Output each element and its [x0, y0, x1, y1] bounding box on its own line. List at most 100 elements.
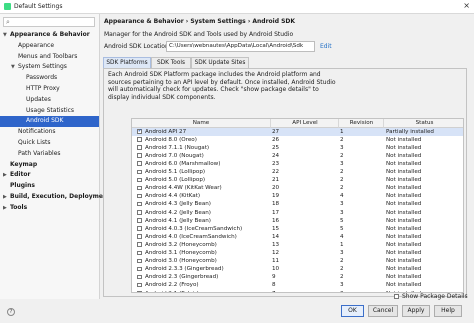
row-checkbox[interactable]: [137, 266, 142, 272]
cell-rev: 3: [340, 201, 344, 208]
cell-name: Android 5.1 (Lollipop): [145, 169, 206, 175]
table-row[interactable]: Android 7.1.1 (Nougat) 25 3 Not installed: [132, 144, 463, 152]
row-checkbox[interactable]: [137, 169, 142, 175]
tab-sdk-tools[interactable]: SDK Tools: [151, 57, 191, 68]
cell-rev: 2: [340, 185, 344, 192]
sidebar-item-quick-lists[interactable]: Quick Lists: [0, 138, 99, 149]
cell-rev: 2: [340, 136, 344, 143]
sidebar-item-appearance-behavior[interactable]: ▼ Appearance & Behavior: [0, 30, 99, 41]
sidebar-item-usage-statistics[interactable]: Usage Statistics: [0, 106, 99, 117]
sidebar-item-plugins[interactable]: Plugins: [0, 181, 99, 192]
table-row[interactable]: Android 2.2 (Froyo) 8 3 Not installed: [132, 281, 463, 289]
sidebar-item-system-settings[interactable]: ▼ System Settings: [0, 62, 99, 73]
row-checkbox[interactable]: [137, 153, 142, 158]
table-row[interactable]: Android 5.0 (Lollipop) 21 2 Not installed: [132, 176, 463, 184]
table-row[interactable]: Android 4.0 (IceCreamSandwich) 14 4 Not ins…: [132, 233, 463, 241]
sidebar-item-editor[interactable]: ▶ Editor: [0, 170, 99, 181]
collapse-arrow-icon[interactable]: ▶: [3, 170, 7, 181]
row-checkbox[interactable]: [137, 258, 142, 264]
breadcrumb: Appearance & Behavior › System Settings …: [104, 18, 296, 25]
table-row[interactable]: Android 4.4W (KitKat Wear) 20 2 Not install…: [132, 184, 463, 192]
cell-api: 23: [272, 160, 280, 167]
sidebar-item-tools[interactable]: ▶ Tools: [0, 203, 99, 214]
sidebar-item-passwords[interactable]: Passwords: [0, 73, 99, 84]
tab-sdk-update-sites[interactable]: SDK Update Sites: [191, 57, 249, 68]
row-checkbox[interactable]: [137, 274, 142, 280]
row-checkbox[interactable]: [137, 210, 142, 215]
sdk-platforms-panel: Each Android SDK Platform package includ…: [103, 68, 467, 297]
table-row[interactable]: Android 4.2 (Jelly Bean) 17 3 Not installed: [132, 209, 463, 217]
row-checkbox[interactable]: [137, 234, 142, 239]
row-checkbox[interactable]: [137, 177, 142, 183]
cell-name: Android 4.4W (KitKat Wear): [145, 185, 222, 192]
row-checkbox[interactable]: [137, 250, 142, 256]
row-checkbox[interactable]: [137, 185, 142, 191]
cell-rev: 1: [340, 128, 344, 135]
help-button[interactable]: Help: [434, 305, 462, 317]
sidebar-item-notifications[interactable]: Notifications: [0, 127, 99, 138]
cell-name: Android 2.3 (Gingerbread): [145, 274, 219, 281]
table-row[interactable]: Android 4.4 (KitKat) 19 4 Not installed: [132, 192, 463, 200]
cell-name: Android 7.0 (Nougat): [145, 152, 204, 159]
cancel-button[interactable]: Cancel: [368, 305, 398, 317]
expand-arrow-icon[interactable]: ▼: [3, 30, 7, 41]
cell-rev: 3: [340, 282, 344, 289]
sidebar-item-android-sdk[interactable]: Android SDK: [0, 116, 99, 128]
table-row[interactable]: Android 2.3.3 (Gingerbread) 10 2 Not instal…: [132, 265, 463, 273]
sidebar-item-label: Passwords: [26, 74, 58, 82]
row-checkbox[interactable]: [137, 282, 142, 288]
row-checkbox[interactable]: ✔: [137, 129, 142, 134]
sidebar-item-http-proxy[interactable]: HTTP Proxy: [0, 84, 99, 95]
ok-button[interactable]: OK: [341, 305, 364, 317]
table-row[interactable]: Android 3.2 (Honeycomb) 13 1 Not installed: [132, 241, 463, 249]
settings-tree: ▼ Appearance & Behavior Appearance Menus an…: [0, 30, 110, 214]
collapse-arrow-icon[interactable]: ▶: [3, 203, 7, 214]
sidebar-item-path-variables[interactable]: Path Variables: [0, 149, 99, 160]
search-input[interactable]: ⌕: [3, 17, 95, 27]
table-row[interactable]: Android 4.0.3 (IceCreamSandwich) 15 5 Not i…: [132, 225, 463, 233]
cell-name: Android API 27: [145, 128, 187, 135]
cell-name: Android 8.0 (Oreo): [145, 136, 197, 143]
table-row[interactable]: ✔ Android API 27 27 1 Partially installed: [132, 127, 463, 136]
cell-name: Android 2.3.3 (Gingerbread): [145, 266, 224, 273]
table-row[interactable]: Android 5.1 (Lollipop) 22 2 Not installed: [132, 168, 463, 176]
row-checkbox[interactable]: [137, 291, 142, 292]
sdk-location-field[interactable]: C:\Users\webnautes\AppData\Local\Android…: [166, 41, 315, 52]
table-row[interactable]: Android 3.1 (Honeycomb) 12 3 Not installed: [132, 249, 463, 257]
cell-api: 13: [272, 241, 280, 248]
tab-sdk-platforms[interactable]: SDK Platforms: [103, 57, 151, 68]
row-checkbox[interactable]: [137, 226, 142, 231]
table-row[interactable]: Android 7.0 (Nougat) 24 2 Not installed: [132, 152, 463, 160]
edit-location-link[interactable]: Edit: [320, 43, 332, 51]
table-row[interactable]: Android 4.3 (Jelly Bean) 18 3 Not installed: [132, 200, 463, 208]
collapse-arrow-icon[interactable]: ▶: [3, 192, 7, 203]
row-checkbox[interactable]: [137, 193, 142, 199]
table-row[interactable]: Android 8.0 (Oreo) 26 2 Not installed: [132, 136, 463, 144]
help-icon[interactable]: ?: [7, 308, 15, 316]
sidebar-item-label: Quick Lists: [18, 138, 51, 146]
close-icon[interactable]: ×: [463, 1, 470, 11]
row-checkbox[interactable]: [137, 201, 142, 207]
sidebar-item-updates[interactable]: Updates: [0, 95, 99, 106]
table-row[interactable]: Android 2.3 (Gingerbread) 9 2 Not installed: [132, 273, 463, 281]
sidebar-item-menus-and-toolbars[interactable]: Menus and Toolbars: [0, 52, 99, 63]
row-checkbox[interactable]: [137, 145, 142, 150]
table-row[interactable]: Android 6.0 (Marshmallow) 23 3 Not installe…: [132, 160, 463, 168]
table-row[interactable]: Android 3.0 (Honeycomb) 11 2 Not installed: [132, 257, 463, 265]
search-icon: ⌕: [6, 18, 10, 26]
sdk-location-label: Android SDK Location:: [104, 43, 171, 50]
cell-api: 24: [272, 152, 280, 159]
row-checkbox[interactable]: [137, 137, 142, 142]
cell-name: Android 3.2 (Honeycomb): [145, 241, 217, 248]
row-checkbox[interactable]: [137, 242, 142, 247]
sidebar-item-appearance[interactable]: Appearance: [0, 41, 99, 52]
cell-api: 22: [272, 169, 280, 175]
sidebar-item-build-execution-deployment[interactable]: ▶ Build, Execution, Deployment: [0, 192, 110, 203]
apply-button[interactable]: Apply: [402, 305, 430, 317]
table-row[interactable]: Android 4.1 (Jelly Bean) 16 5 Not installed: [132, 217, 463, 225]
row-checkbox[interactable]: [137, 218, 142, 223]
row-checkbox[interactable]: [137, 161, 142, 166]
expand-arrow-icon[interactable]: ▼: [11, 62, 15, 73]
sidebar-item-label: Build, Execution, Deployment: [10, 192, 111, 200]
sidebar-item-keymap[interactable]: Keymap: [0, 160, 99, 171]
